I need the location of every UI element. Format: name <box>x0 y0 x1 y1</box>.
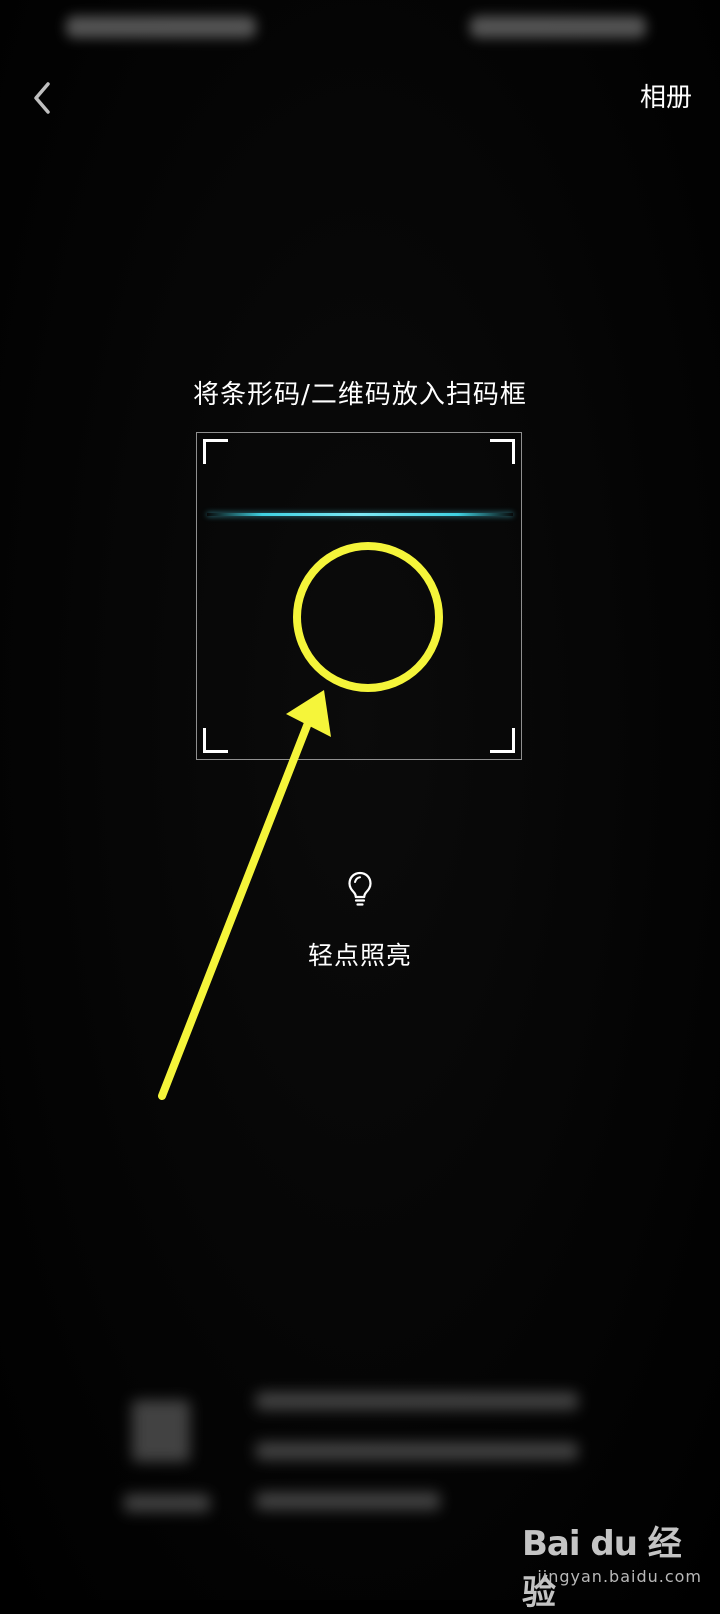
album-button[interactable]: 相册 <box>640 82 692 114</box>
status-carrier-blur <box>66 16 256 38</box>
watermark-site: jingyan.baidu.com <box>537 1567 702 1586</box>
tips-line-3-blur <box>256 1492 440 1510</box>
scan-frame-corner-top-left <box>203 439 228 464</box>
tips-line-1-blur <box>256 1392 578 1410</box>
annotation-arrow-shaft <box>158 714 314 1100</box>
scan-hint-text: 将条形码/二维码放入扫码框 <box>193 380 527 410</box>
scan-frame-corner-top-right <box>490 439 515 464</box>
back-button[interactable] <box>20 76 64 120</box>
tips-caption-blur <box>124 1494 210 1512</box>
scan-line <box>207 513 513 516</box>
scan-frame-corner-bottom-left <box>203 728 228 753</box>
status-bar <box>0 0 720 56</box>
tips-qr-thumbnail-blur <box>132 1400 190 1462</box>
tips-line-2-blur <box>256 1442 578 1460</box>
watermark-brand: Bai du 经验 <box>522 1524 682 1613</box>
baidu-jingyan-watermark: Bai du 经验 jingyan.baidu.com <box>522 1516 702 1613</box>
scan-frame-corner-bottom-right <box>490 728 515 753</box>
lightbulb-icon <box>348 871 372 906</box>
flashlight-label[interactable]: 轻点照亮 <box>0 940 720 972</box>
scan-frame <box>196 432 522 760</box>
status-icons-blur <box>470 16 646 38</box>
flashlight-button[interactable] <box>346 870 374 908</box>
chevron-left-icon <box>34 82 50 114</box>
annotation-overlay <box>158 542 443 1100</box>
